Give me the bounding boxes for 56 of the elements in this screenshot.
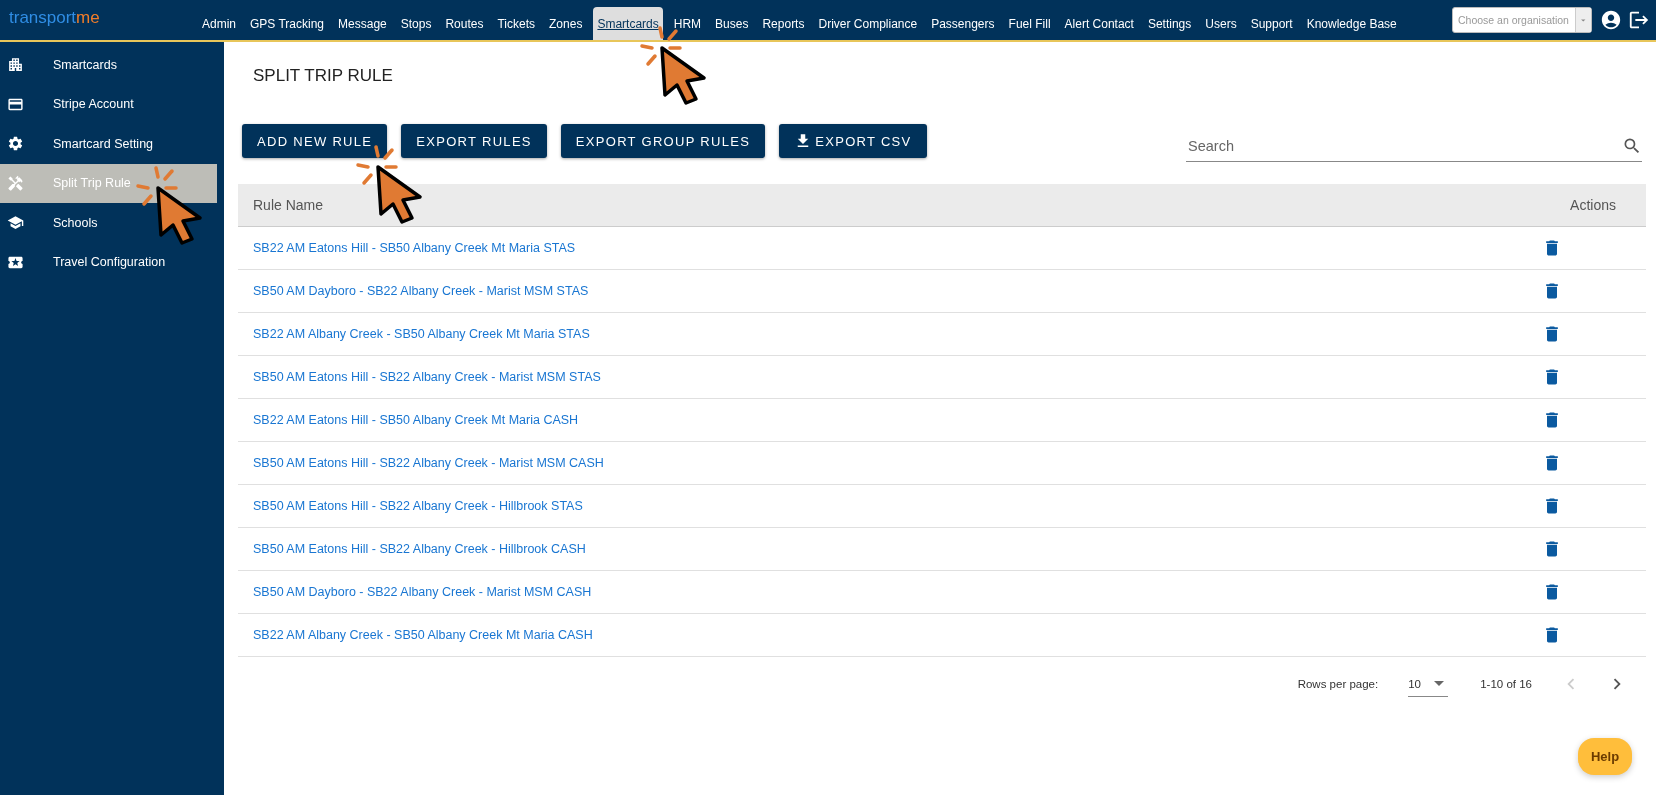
sidebar-item[interactable]: Smartcard Setting (0, 124, 217, 164)
nav-link[interactable]: Tickets (490, 17, 543, 40)
rule-link[interactable]: SB50 AM Eatons Hill - SB22 Albany Creek - Marist MSM STAS (253, 370, 601, 384)
rule-link[interactable]: SB50 AM Dayboro - SB22 Albany Creek - Marist MSM CASH (253, 585, 592, 599)
nav-link[interactable]: Stops (393, 17, 439, 40)
rule-link[interactable]: SB50 AM Eatons Hill - SB22 Albany Creek - Hillbrook STAS (253, 499, 583, 513)
account-icon[interactable] (1600, 9, 1622, 31)
toolbar-button[interactable]: EXPORT CSV (779, 124, 927, 158)
nav-link[interactable]: Fuel Fill (1001, 17, 1058, 40)
logo-text: transportme (9, 8, 100, 28)
logo[interactable]: transportme (9, 8, 195, 28)
rule-link[interactable]: SB22 AM Eatons Hill - SB50 Albany Creek Mt Maria STAS (253, 241, 576, 255)
nav-link[interactable]: Passengers (924, 17, 1002, 40)
graduation-cap-icon (7, 214, 24, 232)
toolbar-button[interactable]: EXPORT RULES (401, 124, 547, 158)
tools-icon (7, 174, 24, 192)
nav-link[interactable]: GPS Tracking (243, 17, 332, 40)
nav-link[interactable]: Smartcards (593, 7, 663, 40)
nav-link[interactable]: Message (331, 17, 394, 40)
settings-icon (7, 135, 24, 153)
nav-link[interactable]: Settings (1140, 17, 1199, 40)
nav-link[interactable]: Admin (195, 17, 243, 40)
rule-link[interactable]: SB22 AM Eatons Hill - SB50 Albany Creek Mt Maria CASH (253, 413, 579, 427)
nav-link[interactable]: HRM (666, 17, 709, 40)
rows-per-page-select[interactable]: 10 (1408, 671, 1449, 697)
sidebar-item[interactable]: Stripe Account (0, 84, 217, 124)
nav-link[interactable]: Support (1243, 17, 1300, 40)
rule-link[interactable]: SB22 AM Albany Creek - SB50 Albany Creek Mt Maria STAS (253, 327, 590, 341)
nav-link[interactable]: Users (1198, 17, 1244, 40)
nav-link[interactable]: Buses (708, 17, 756, 40)
column-header: Rule Name (253, 197, 324, 213)
nav-link[interactable]: Reports (755, 17, 812, 40)
caret-icon (1434, 681, 1445, 686)
rule-link[interactable]: SB50 AM Dayboro - SB22 Albany Creek - Marist MSM STAS (253, 284, 589, 298)
page-title: SPLIT TRIP RULE (253, 66, 394, 86)
nav-link[interactable]: Routes (438, 17, 491, 40)
building-icon (7, 56, 24, 74)
rule-link[interactable]: SB50 AM Eatons Hill - SB22 Albany Creek - Marist MSM CASH (253, 456, 604, 470)
toolbar-button[interactable]: ADD NEW RULE (242, 124, 388, 158)
rows-per-page-label: Rows per page: (1297, 678, 1379, 690)
nav-link[interactable]: Zones (542, 17, 590, 40)
rule-link[interactable]: SB50 AM Eatons Hill - SB22 Albany Creek - Hillbrook CASH (253, 542, 586, 556)
column-header: Actions (1570, 197, 1616, 213)
logout-icon[interactable] (1628, 9, 1650, 31)
search-field[interactable]: Search (1186, 136, 1622, 155)
nav-link[interactable]: Knowledge Base (1299, 17, 1404, 40)
toolbar-button[interactable]: EXPORT GROUP RULES (560, 124, 766, 158)
help-button[interactable]: Help (1578, 738, 1632, 775)
page-range: 1-10 of 16 (1480, 678, 1532, 690)
sidebar-item[interactable]: Smartcards (0, 45, 217, 85)
rule-link[interactable]: SB22 AM Albany Creek - SB50 Albany Creek Mt Maria CASH (253, 628, 593, 642)
nav-link[interactable]: Driver Compliance (811, 17, 925, 40)
caret-icon (1575, 8, 1591, 32)
sidebar-item[interactable]: Schools (0, 203, 217, 243)
sidebar-item[interactable]: Travel Configuration (0, 242, 217, 282)
nav-link[interactable]: Alert Contact (1057, 17, 1141, 40)
